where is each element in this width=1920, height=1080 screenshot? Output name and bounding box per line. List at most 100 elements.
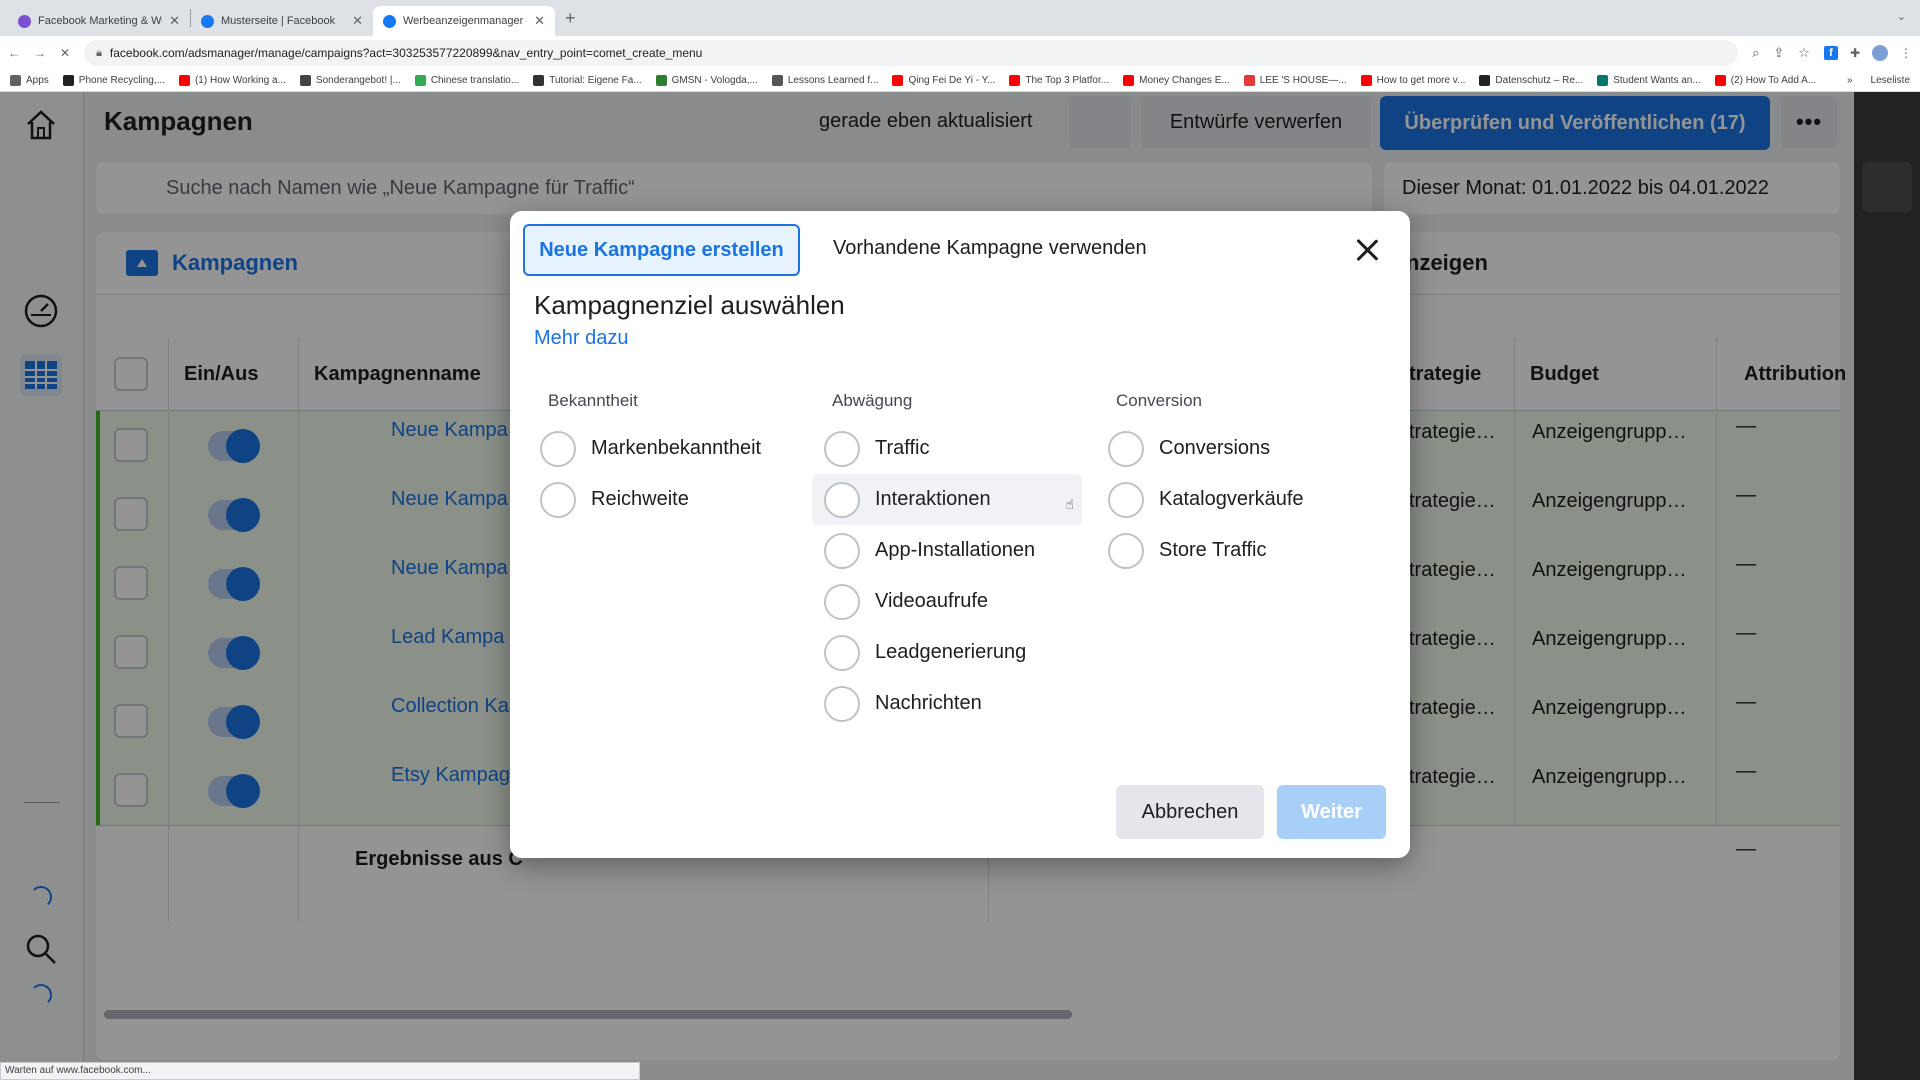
bookmark-item[interactable]: (2) How To Add A...: [1714, 75, 1816, 86]
zoom-icon[interactable]: ⌕: [1752, 45, 1759, 61]
radio-button[interactable]: [824, 583, 860, 620]
tab-close-icon[interactable]: ✕: [169, 13, 180, 29]
radio-button[interactable]: [824, 430, 860, 467]
objective-label: App-Installationen: [875, 539, 1036, 561]
youtube-icon: [1714, 75, 1726, 86]
bookmark-favicon-icon: [1479, 75, 1491, 86]
reading-list-button[interactable]: Leseliste: [1871, 75, 1910, 86]
browser-tab-active[interactable]: Werbeanzeigenmanager - Wer… ✕: [373, 6, 555, 36]
radio-button[interactable]: [824, 685, 860, 722]
bookmark-item[interactable]: Apps: [10, 75, 49, 86]
cancel-button[interactable]: Abbrechen: [1116, 785, 1264, 839]
radio-button[interactable]: [824, 532, 860, 569]
radio-button[interactable]: [540, 481, 576, 518]
objective-option[interactable]: Reichweite: [528, 474, 798, 525]
close-icon[interactable]: [1353, 236, 1381, 264]
tab-close-icon[interactable]: ✕: [534, 13, 545, 29]
objective-option[interactable]: Markenbekanntheit: [528, 423, 798, 474]
tab-favicon-icon: [18, 14, 31, 28]
learn-more-link[interactable]: Mehr dazu: [534, 327, 629, 350]
objective-label: Leadgenerierung: [875, 641, 1027, 663]
objective-label: Interaktionen: [875, 488, 991, 510]
bookmark-item[interactable]: Chinese translatio...: [414, 75, 519, 86]
objective-label: Reichweite: [591, 488, 689, 510]
bookmark-item[interactable]: GMSN - Vologda,...: [655, 75, 758, 86]
bookmark-item[interactable]: (1) How Working a...: [178, 75, 286, 86]
bookmark-star-icon[interactable]: ☆: [1798, 45, 1810, 61]
extensions-puzzle-icon[interactable]: ✚: [1850, 46, 1860, 60]
bookmark-favicon-icon: [655, 75, 667, 86]
tab-existing-campaign[interactable]: Vorhandene Kampagne verwenden: [833, 237, 1147, 260]
objective-label: Markenbekanntheit: [591, 437, 762, 459]
objective-option[interactable]: App-Installationen: [812, 525, 1082, 576]
objective-label: Nachrichten: [875, 692, 982, 714]
url-text: facebook.com/adsmanager/manage/campaigns…: [109, 46, 703, 60]
next-button-disabled[interactable]: Weiter: [1277, 785, 1386, 839]
bookmark-item[interactable]: How to get more v...: [1360, 75, 1465, 86]
objective-option[interactable]: Conversions: [1096, 423, 1366, 474]
bookmark-favicon-icon: [62, 75, 74, 86]
radio-button[interactable]: [824, 481, 860, 518]
youtube-icon: [178, 75, 190, 86]
meta-favicon-icon: [383, 14, 396, 28]
radio-button[interactable]: [1108, 481, 1144, 518]
objective-label: Videoaufrufe: [875, 590, 989, 612]
bookmark-item[interactable]: Sonderangebot! |...: [299, 75, 401, 86]
objective-column-conversion: Conversion Conversions Katalogverkäufe S…: [1096, 391, 1366, 576]
bookmark-item[interactable]: Lessons Learned f...: [771, 75, 878, 86]
column-heading: Conversion: [1116, 391, 1202, 410]
bookmark-favicon-icon: [1243, 75, 1255, 86]
radio-button[interactable]: [1108, 532, 1144, 569]
bookmark-item[interactable]: The Top 3 Platfor...: [1009, 75, 1109, 86]
back-arrow-icon[interactable]: ←: [8, 46, 20, 60]
bookmark-favicon-icon: [414, 75, 426, 86]
tab-search-chevron-icon[interactable]: ⌄: [1897, 10, 1906, 23]
browser-status-bar: Warten auf www.facebook.com...: [0, 1062, 640, 1080]
new-tab-plus-icon[interactable]: +: [565, 8, 576, 29]
bookmark-item[interactable]: Money Changes E...: [1123, 75, 1230, 86]
objective-label: Store Traffic: [1159, 539, 1267, 561]
profile-avatar-icon[interactable]: [1872, 45, 1888, 61]
youtube-icon: [1009, 75, 1021, 86]
share-icon[interactable]: ⇪: [1773, 45, 1784, 61]
youtube-icon: [1360, 75, 1372, 86]
bookmark-item[interactable]: Student Wants an...: [1597, 75, 1701, 86]
tab-title: Werbeanzeigenmanager - Wer…: [403, 15, 527, 27]
bookmark-item[interactable]: Datenschutz – Re...: [1479, 75, 1583, 86]
objective-option[interactable]: Katalogverkäufe: [1096, 474, 1366, 525]
youtube-icon: [1123, 75, 1135, 86]
tab-close-icon[interactable]: ✕: [352, 13, 363, 29]
bookmark-item[interactable]: Tutorial: Eigene Fa...: [533, 75, 642, 86]
more-bookmarks-button[interactable]: »: [1847, 75, 1853, 86]
objective-option-hovered[interactable]: Interaktionen ☝︎: [812, 474, 1082, 525]
tab-title: Facebook Marketing & Werbe…: [38, 15, 162, 27]
url-field[interactable]: 🔒︎ facebook.com/adsmanager/manage/campai…: [84, 40, 1739, 66]
browser-menu-icon[interactable]: ⋮: [1900, 46, 1912, 60]
extension-icons: f ✚ ⋮: [1823, 45, 1912, 61]
radio-button[interactable]: [824, 634, 860, 671]
objective-option[interactable]: Store Traffic: [1096, 525, 1366, 576]
tab-new-campaign[interactable]: Neue Kampagne erstellen: [523, 224, 800, 276]
radio-button[interactable]: [1108, 430, 1144, 467]
radio-button[interactable]: [540, 430, 576, 467]
objective-option[interactable]: Videoaufrufe: [812, 576, 1082, 627]
browser-tab[interactable]: Facebook Marketing & Werbe… ✕: [8, 6, 190, 36]
bookmarks-bar: Apps Phone Recycling,... (1) How Working…: [0, 70, 1920, 92]
browser-tab[interactable]: Musterseite | Facebook ✕: [191, 6, 373, 36]
objective-label: Conversions: [1159, 437, 1271, 459]
bookmark-favicon-icon: [299, 75, 311, 86]
bookmark-item[interactable]: LEE 'S HOUSE—...: [1243, 75, 1347, 86]
forward-arrow-icon[interactable]: →: [34, 46, 46, 60]
objective-option[interactable]: Nachrichten: [812, 678, 1082, 729]
bookmark-item[interactable]: Qing Fei De Yi - Y...: [892, 75, 995, 86]
create-campaign-dialog: Neue Kampagne erstellen Vorhandene Kampa…: [510, 211, 1410, 858]
bookmark-favicon-icon: [771, 75, 783, 86]
objective-option[interactable]: Traffic: [812, 423, 1082, 474]
facebook-extension-icon[interactable]: f: [1823, 46, 1838, 60]
facebook-favicon-icon: [201, 14, 214, 28]
objective-column-consideration: Abwägung Traffic Interaktionen ☝︎ App-Ins…: [812, 391, 1082, 729]
apps-grid-icon: [10, 75, 21, 86]
stop-loading-icon[interactable]: ✕: [60, 46, 70, 60]
objective-option[interactable]: Leadgenerierung: [812, 627, 1082, 678]
bookmark-item[interactable]: Phone Recycling,...: [62, 75, 165, 86]
